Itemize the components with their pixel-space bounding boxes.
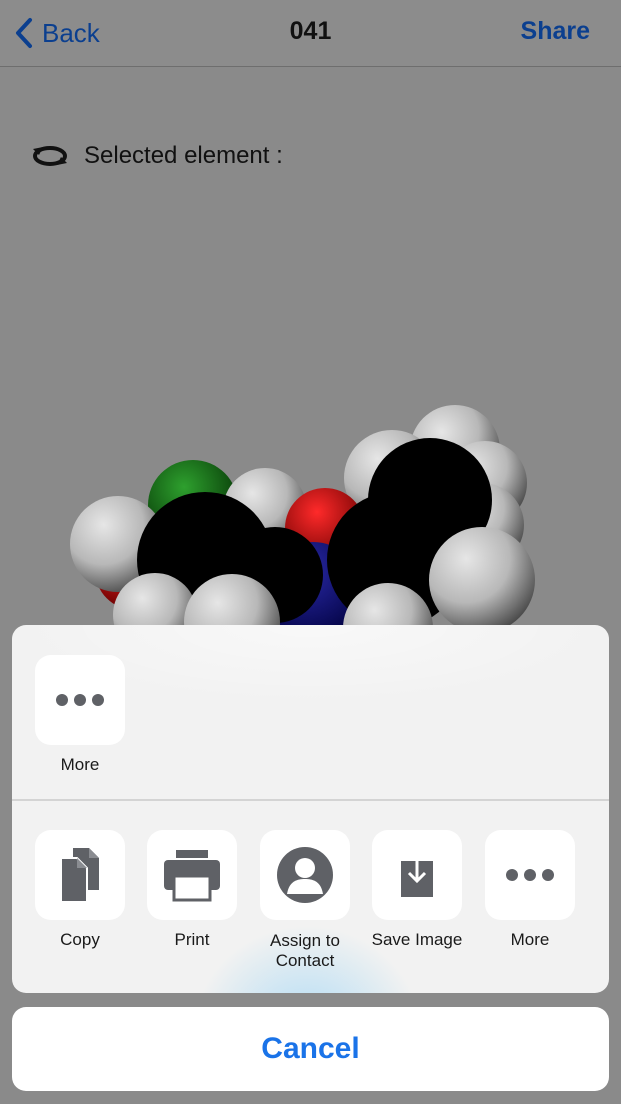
share-button[interactable]: Share <box>521 17 590 46</box>
print-label: Print <box>174 930 210 949</box>
save-image-button[interactable] <box>372 830 462 920</box>
selected-element-row: Selected element : <box>30 138 283 174</box>
more-apps-label: More <box>60 755 100 774</box>
save-image-icon <box>401 851 433 897</box>
cancel-label: Cancel <box>261 1032 360 1065</box>
navigation-bar: Back 041 Share <box>0 0 621 67</box>
more-actions-label: More <box>510 930 550 949</box>
print-button[interactable] <box>147 830 237 920</box>
printer-icon <box>164 850 220 902</box>
copy-label: Copy <box>60 930 100 949</box>
selected-element-label: Selected element : <box>84 142 283 169</box>
molecule-view[interactable] <box>0 380 621 630</box>
sheet-divider <box>12 799 609 801</box>
save-image-label: Save Image <box>371 930 463 949</box>
contact-icon <box>277 847 333 903</box>
copy-button[interactable] <box>35 830 125 920</box>
more-dots-icon <box>506 869 554 881</box>
rotate-icon[interactable] <box>30 138 70 174</box>
assign-to-contact-label: Assign to Contact <box>270 931 340 970</box>
cancel-button[interactable]: Cancel <box>12 1007 609 1091</box>
copy-icon <box>60 848 99 903</box>
assign-to-contact-button[interactable] <box>260 830 350 920</box>
hydrogen-atom <box>429 527 535 630</box>
more-apps-button[interactable] <box>35 655 125 745</box>
share-sheet: More Copy Print Assign to Contact Save I… <box>12 625 609 993</box>
more-actions-button[interactable] <box>485 830 575 920</box>
more-dots-icon <box>56 694 104 706</box>
